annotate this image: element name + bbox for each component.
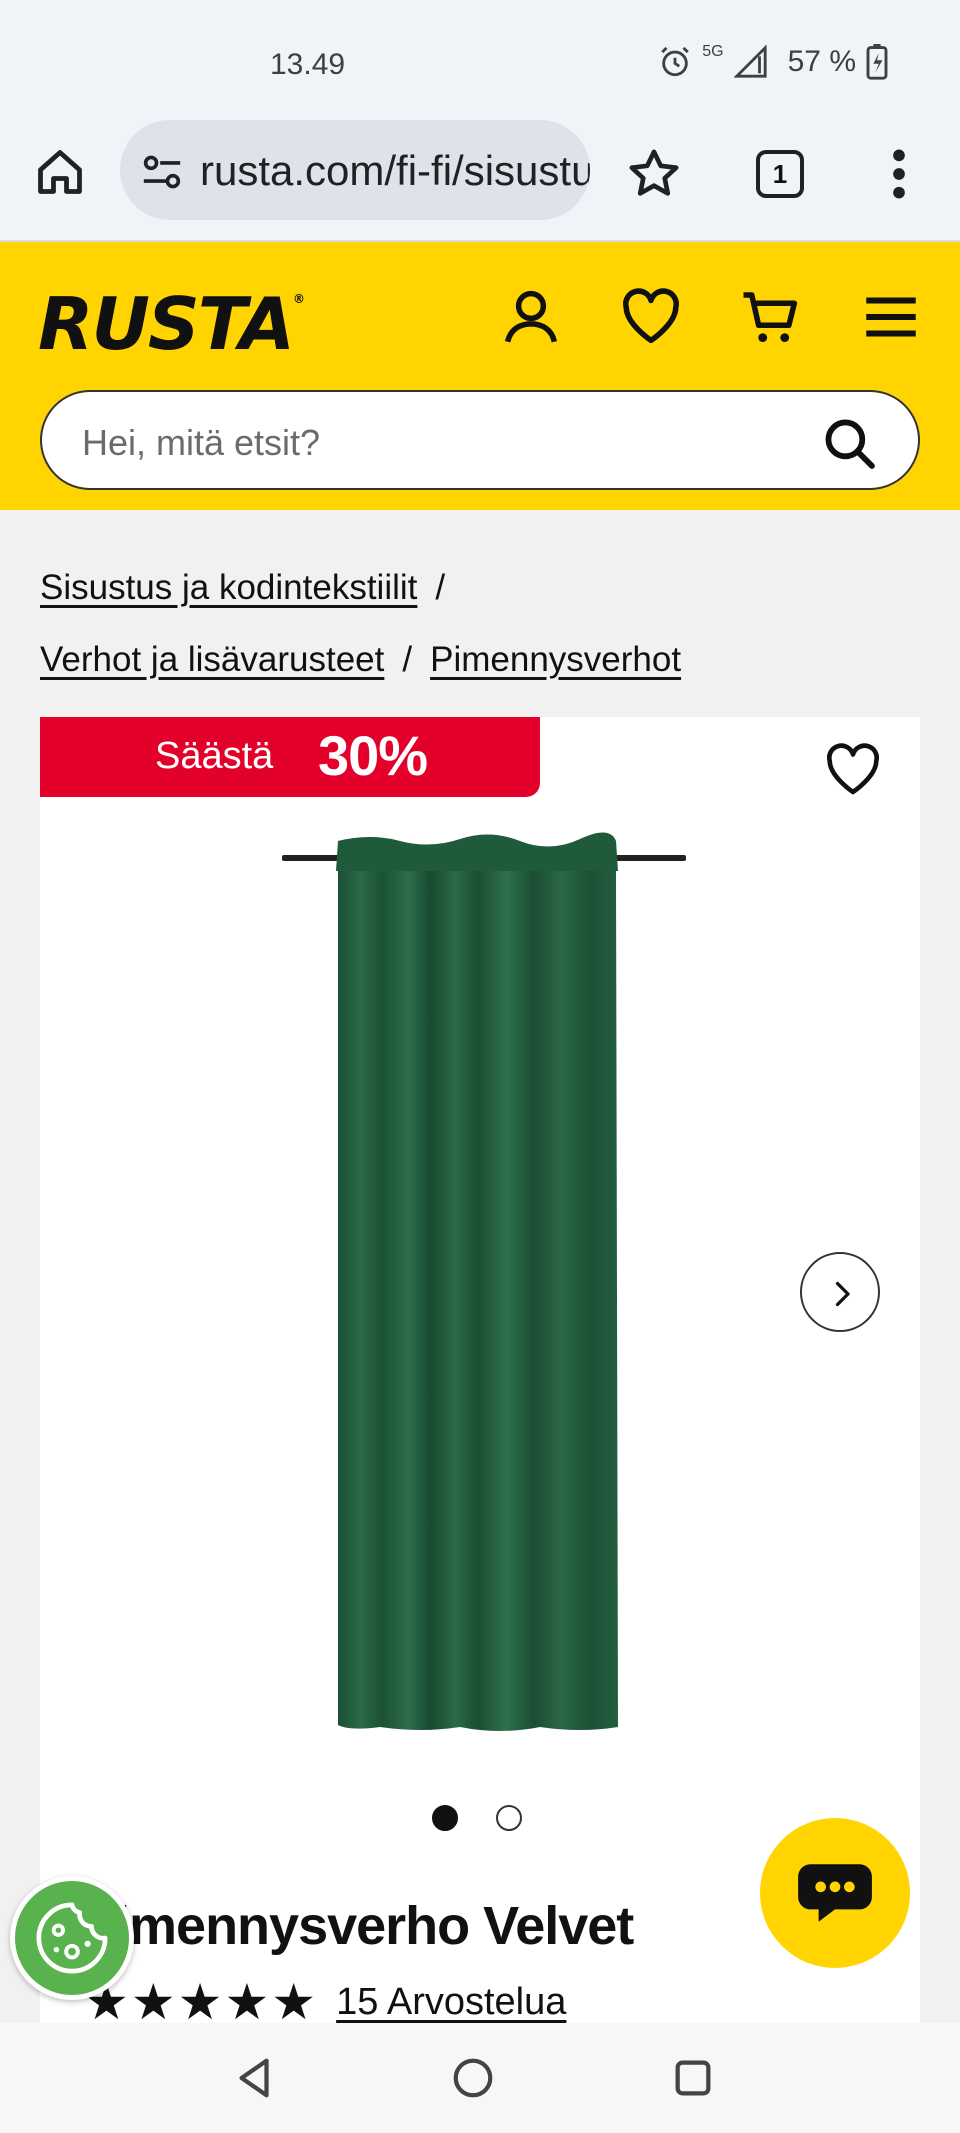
system-nav-bar (0, 2023, 960, 2133)
pagination-dot-2[interactable] (496, 1805, 522, 1831)
account-icon[interactable] (498, 284, 564, 350)
search-placeholder: Hei, mitä etsit? (82, 422, 321, 463)
home-nav-icon[interactable] (450, 2055, 496, 2101)
image-pagination (432, 1805, 522, 1831)
search-input[interactable]: Hei, mitä etsit? (40, 390, 920, 490)
status-time: 13.49 (270, 48, 346, 81)
product-image-curtain[interactable] (280, 827, 740, 1787)
discount-label: Säästä (155, 735, 274, 777)
breadcrumb-separator: / (402, 640, 413, 679)
breadcrumb-link-verhot[interactable]: Verhot ja lisävarusteet (40, 640, 384, 679)
address-bar[interactable]: rusta.com/fi-fi/sisustus (120, 120, 590, 220)
battery-icon (866, 44, 888, 80)
browser-toolbar: rusta.com/fi-fi/sisustus 1 (0, 110, 960, 242)
reviews-link[interactable]: 15 Arvostelua (336, 1981, 566, 2024)
status-bar: 13.49 5G 57 % (0, 0, 960, 128)
cookie-settings-button[interactable] (10, 1876, 134, 2000)
home-icon[interactable] (34, 146, 86, 198)
pagination-dot-1[interactable] (432, 1805, 458, 1831)
recents-nav-icon[interactable] (670, 2055, 716, 2101)
battery-text: 57 % (787, 45, 856, 78)
discount-percent: 30% (318, 724, 428, 787)
chat-button[interactable] (760, 1818, 910, 1968)
product-title: Pimennysverho Velvet (80, 1896, 634, 1956)
back-nav-icon[interactable] (232, 2055, 278, 2101)
more-vert-icon[interactable] (884, 146, 914, 202)
chat-icon (798, 1864, 872, 1922)
chevron-right-icon (835, 1281, 850, 1307)
network-type: 5G (702, 43, 724, 60)
hamburger-menu-icon[interactable] (858, 284, 924, 350)
favorite-heart-icon[interactable] (822, 739, 884, 801)
cookie-icon (36, 1902, 108, 1974)
status-icons: 5G 57 % (658, 43, 888, 80)
breadcrumb-link-pimennysverhot[interactable]: Pimennysverhot (430, 640, 681, 679)
breadcrumb-link-sisustus[interactable]: Sisustus ja kodintekstiilit (40, 568, 417, 607)
search-icon[interactable] (820, 414, 878, 472)
breadcrumb-separator: / (435, 568, 446, 607)
alarm-icon (661, 46, 690, 77)
site-header: RUSTA® Hei, mitä etsit? (0, 242, 960, 510)
bookmark-star-icon[interactable] (626, 146, 682, 202)
url-text: rusta.com/fi-fi/sisustus (200, 147, 590, 194)
discount-badge: Säästä 30% (40, 717, 540, 797)
next-image-button[interactable] (800, 1252, 880, 1332)
tab-switcher-icon[interactable]: 1 (756, 150, 804, 198)
site-settings-icon[interactable] (140, 152, 184, 192)
breadcrumb: Sisustus ja kodintekstiilit / Verhot ja l… (40, 552, 920, 696)
cart-icon[interactable] (738, 284, 804, 350)
rusta-logo[interactable]: RUSTA® (38, 282, 305, 366)
signal-icon (733, 45, 767, 78)
wishlist-heart-icon[interactable] (618, 284, 684, 350)
product-card: Säästä 30% Pimennysverho Velvet ★★★★★ 15… (40, 717, 920, 2030)
